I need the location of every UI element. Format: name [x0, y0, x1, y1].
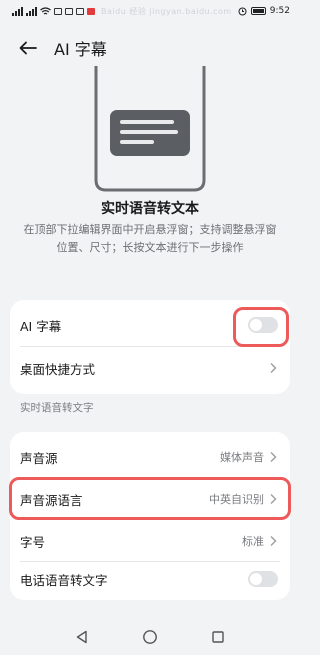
- video-icon: [65, 7, 73, 15]
- back-button[interactable]: [10, 30, 46, 66]
- audio-source-language-value: 中英自识别: [209, 493, 264, 506]
- alarm-icon: [238, 7, 247, 15]
- signal-2-icon: [26, 6, 37, 16]
- hero-title: 实时语音转文本: [101, 201, 199, 217]
- section-label: 实时语音转文字: [20, 402, 94, 414]
- phone-voice-label: 电话语音转文字: [20, 572, 108, 588]
- ai-caption-row[interactable]: AI 字幕: [10, 304, 290, 346]
- audio-source-language-row[interactable]: 声音源语言 中英自识别: [10, 478, 290, 520]
- ai-caption-toggle[interactable]: [248, 317, 278, 333]
- nav-recents-button[interactable]: [208, 627, 228, 647]
- font-size-label: 字号: [20, 534, 46, 550]
- triangle-back-icon: [76, 630, 87, 644]
- audio-source-row[interactable]: 声音源 媒体声音: [10, 436, 290, 478]
- ai-caption-card: AI 字幕 桌面快捷方式: [10, 300, 290, 394]
- header: AI 字幕: [0, 30, 300, 66]
- nav-home-button[interactable]: [140, 627, 160, 647]
- phone-voice-toggle[interactable]: [248, 571, 278, 587]
- system-nav-bar: [0, 619, 300, 655]
- font-size-row[interactable]: 字号 标准: [10, 520, 290, 562]
- back-arrow-icon: [19, 41, 37, 55]
- signal-icon: [12, 6, 23, 16]
- chevron-right-icon: [270, 452, 277, 462]
- desktop-shortcut-row[interactable]: 桌面快捷方式: [10, 347, 290, 389]
- phone-voice-row[interactable]: 电话语音转文字: [10, 558, 290, 600]
- status-time: 9:52: [269, 6, 290, 16]
- ai-caption-label: AI 字幕: [20, 318, 62, 334]
- audio-source-language-label: 声音源语言: [20, 492, 83, 508]
- square-recents-icon: [212, 631, 224, 643]
- page-title: AI 字幕: [54, 40, 107, 59]
- app-notification-icon: [87, 7, 95, 15]
- circle-home-icon: [143, 630, 157, 644]
- watermark: Baidu 经验 jingyan.baidu.com: [101, 6, 232, 16]
- speech-to-text-card: 声音源 媒体声音 声音源语言 中英自识别 字号 标准 电话语音转文字: [10, 432, 290, 600]
- status-bar: Baidu 经验 jingyan.baidu.com 9:52: [0, 0, 300, 22]
- status-icons-right: 9:52: [238, 6, 290, 16]
- audio-source-label: 声音源: [20, 450, 58, 466]
- desktop-shortcut-label: 桌面快捷方式: [20, 361, 96, 377]
- audio-source-value: 媒体声音: [220, 451, 264, 464]
- mail-icon: [76, 7, 84, 15]
- chevron-right-icon: [270, 536, 277, 546]
- wifi-icon: [40, 6, 51, 14]
- font-size-value: 标准: [242, 535, 264, 548]
- message-icon: [54, 7, 62, 15]
- chevron-right-icon: [270, 494, 277, 504]
- hero-description: 在顶部下拉编辑界面中开启悬浮窗；支持调整悬浮窗位置、尺寸；长按文本进行下一步操作: [23, 223, 277, 254]
- status-icons-left: [12, 6, 95, 16]
- battery-icon: [250, 7, 266, 15]
- chevron-right-icon: [270, 363, 277, 373]
- phone-caption-illustration: [94, 66, 206, 192]
- nav-back-button[interactable]: [72, 627, 92, 647]
